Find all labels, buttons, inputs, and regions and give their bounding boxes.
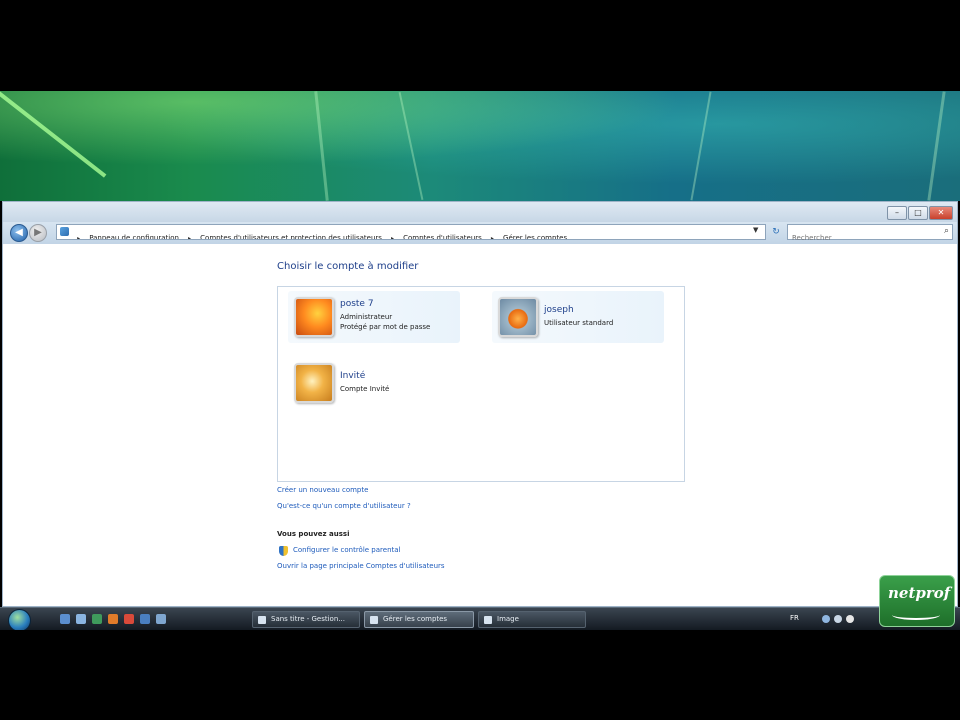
netprof-logo: netprof xyxy=(879,575,955,627)
search-icon[interactable]: ⌕ xyxy=(944,226,949,236)
title-bar: – □ ✕ xyxy=(3,202,957,222)
create-account-link[interactable]: Créer un nouveau compte xyxy=(277,486,368,494)
wallpaper-streak xyxy=(927,91,946,201)
what-is-account-link[interactable]: Qu'est-ce qu'un compte d'utilisateur ? xyxy=(277,502,411,510)
shield-icon xyxy=(279,546,288,556)
desktop-wallpaper xyxy=(0,91,960,201)
quick-launch-icon[interactable] xyxy=(108,614,118,624)
quick-launch-icon[interactable] xyxy=(156,614,166,624)
account-type: Compte Invité xyxy=(340,385,390,393)
account-type: Administrateur xyxy=(340,313,393,321)
close-button[interactable]: ✕ xyxy=(929,206,953,220)
quick-launch-icon[interactable] xyxy=(60,614,70,624)
volume-icon[interactable] xyxy=(834,615,842,623)
paint-icon xyxy=(258,616,266,624)
language-indicator[interactable]: FR xyxy=(790,614,799,622)
address-bar: ◀ ▶ ▸ Panneau de configuration ▸ Comptes… xyxy=(3,222,957,245)
wallpaper-streak xyxy=(0,91,107,178)
breadcrumb-manage-accounts[interactable]: Gérer les comptes xyxy=(500,231,570,239)
chevron-right-icon[interactable]: ▸ xyxy=(490,232,495,239)
quick-launch-icon[interactable] xyxy=(76,614,86,624)
control-panel-icon xyxy=(60,227,69,236)
taskbar-item-label: Gérer les comptes xyxy=(383,615,448,623)
taskbar-item-label: Image xyxy=(497,615,519,623)
taskbar-item-label: Sans titre - Gestion... xyxy=(271,615,345,623)
account-status: Protégé par mot de passe xyxy=(340,323,431,331)
user-avatar xyxy=(294,297,334,337)
network-icon[interactable] xyxy=(822,615,830,623)
control-panel-window: – □ ✕ ◀ ▶ ▸ Panneau de configuration ▸ C… xyxy=(2,201,958,607)
letterbox-top xyxy=(0,0,960,91)
section-heading: Vous pouvez aussi xyxy=(277,530,350,538)
account-name: poste 7 xyxy=(340,299,374,309)
search-box: ⌕ xyxy=(787,224,953,245)
page-title: Choisir le compte à modifier xyxy=(277,261,419,272)
chevron-right-icon[interactable]: ▸ xyxy=(76,232,81,239)
account-type: Utilisateur standard xyxy=(544,319,614,327)
refresh-icon[interactable]: ↻ xyxy=(769,225,783,239)
breadcrumb-user-accounts-protection[interactable]: Comptes d'utilisateurs et protection des… xyxy=(197,231,385,239)
start-button[interactable] xyxy=(8,609,31,632)
account-tile-guest[interactable]: Invité Compte Invité xyxy=(288,357,460,409)
quick-launch-icon[interactable] xyxy=(124,614,134,624)
maximize-button[interactable]: □ xyxy=(908,206,928,220)
logo-text: netprof xyxy=(888,584,951,602)
accounts-panel: poste 7 Administrateur Protégé par mot d… xyxy=(277,286,685,482)
content-area: Choisir le compte à modifier poste 7 Adm… xyxy=(3,244,957,606)
users-icon xyxy=(370,616,378,624)
taskbar-item-paint[interactable]: Sans titre - Gestion... xyxy=(252,611,360,628)
taskbar-item-manage-accounts[interactable]: Gérer les comptes xyxy=(364,611,474,628)
wallpaper-streak xyxy=(690,91,712,201)
main-user-accounts-link[interactable]: Ouvrir la page principale Comptes d'util… xyxy=(277,562,445,570)
search-input[interactable] xyxy=(788,231,936,245)
taskbar: Sans titre - Gestion... Gérer les compte… xyxy=(0,607,960,632)
breadcrumb[interactable]: ▸ Panneau de configuration ▸ Comptes d'u… xyxy=(56,224,766,240)
taskbar-item-image[interactable]: Image xyxy=(478,611,586,628)
minimize-button[interactable]: – xyxy=(887,206,907,220)
chevron-down-icon[interactable]: ▼ xyxy=(753,226,758,234)
parental-controls-link[interactable]: Configurer le contrôle parental xyxy=(293,546,400,554)
quick-launch-icon[interactable] xyxy=(92,614,102,624)
account-tile-poste-7[interactable]: poste 7 Administrateur Protégé par mot d… xyxy=(288,291,460,343)
breadcrumb-user-accounts[interactable]: Comptes d'utilisateurs xyxy=(400,231,485,239)
chevron-right-icon[interactable]: ▸ xyxy=(187,232,192,239)
wallpaper-streak xyxy=(398,91,424,201)
logo-swoosh xyxy=(892,610,940,620)
tray-icon[interactable] xyxy=(846,615,854,623)
wallpaper-streak xyxy=(314,91,329,201)
forward-button[interactable]: ▶ xyxy=(29,224,47,242)
breadcrumb-control-panel[interactable]: Panneau de configuration xyxy=(86,231,182,239)
back-button[interactable]: ◀ xyxy=(10,224,28,242)
account-name: Invité xyxy=(340,371,366,381)
account-tile-joseph[interactable]: joseph Utilisateur standard xyxy=(492,291,664,343)
letterbox-bottom xyxy=(0,630,960,720)
user-avatar xyxy=(498,297,538,337)
caption-buttons: – □ ✕ xyxy=(887,206,953,220)
user-avatar xyxy=(294,363,334,403)
chevron-right-icon[interactable]: ▸ xyxy=(390,232,395,239)
account-name: joseph xyxy=(544,305,574,315)
image-icon xyxy=(484,616,492,624)
quick-launch-icon[interactable] xyxy=(140,614,150,624)
